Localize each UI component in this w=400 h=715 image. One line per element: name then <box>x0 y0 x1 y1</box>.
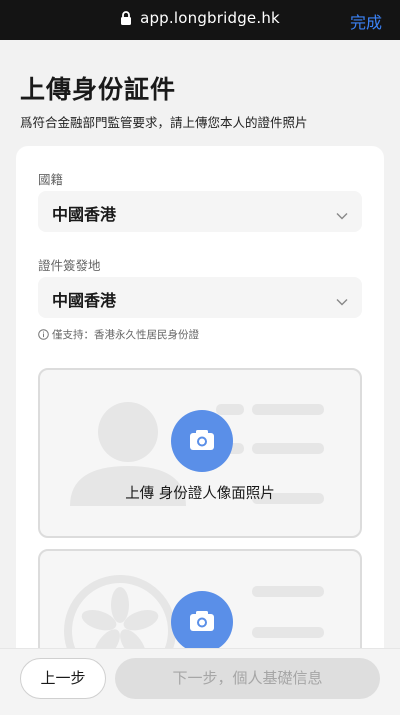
nationality-select[interactable]: 中國香港 <box>38 191 362 232</box>
bottom-action-bar: 上一步 下一步，個人基礎信息 <box>0 648 400 715</box>
page-title: 上傳身份証件 <box>20 75 177 104</box>
support-hint-text: 僅支持：香港永久性居民身份證 <box>52 329 199 341</box>
issuing-place-label: 證件簽發地 <box>38 258 101 273</box>
camera-button[interactable] <box>171 591 233 653</box>
chevron-down-icon <box>336 205 348 224</box>
camera-button[interactable] <box>171 410 233 472</box>
issuing-place-value: 中國香港 <box>52 291 117 310</box>
camera-icon <box>190 611 214 631</box>
nationality-value: 中國香港 <box>52 205 117 224</box>
browser-address-bar: app.longbridge.hk 完成 <box>0 0 400 40</box>
upload-portrait-side[interactable]: 上傳 身份證人像面照片 <box>38 368 362 538</box>
lock-icon <box>120 11 132 29</box>
chevron-down-icon <box>336 291 348 310</box>
prev-step-button[interactable]: 上一步 <box>20 658 106 699</box>
done-button[interactable]: 完成 <box>350 9 382 33</box>
url-text: app.longbridge.hk <box>140 9 280 27</box>
support-hint: 僅支持：香港永久性居民身份證 <box>38 327 199 343</box>
upload-portrait-label: 上傳 身份證人像面照片 <box>125 486 275 502</box>
page-subtitle: 爲符合金融部門監管要求，請上傳您本人的證件照片 <box>20 115 308 130</box>
url-field[interactable]: app.longbridge.hk <box>0 9 400 29</box>
next-step-button[interactable]: 下一步，個人基礎信息 <box>115 658 380 699</box>
info-icon <box>38 329 49 343</box>
issuing-place-select[interactable]: 中國香港 <box>38 277 362 318</box>
camera-icon <box>190 430 214 450</box>
nationality-label: 國籍 <box>38 172 64 187</box>
